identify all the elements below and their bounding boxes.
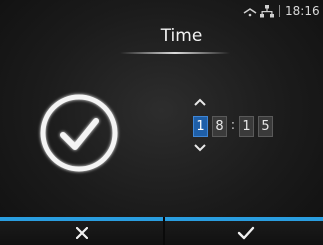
cancel-button[interactable] [0, 217, 163, 245]
page-title: Time [160, 26, 203, 46]
time-setting-screen: 18:16 Time 1 8 : 1 5 [0, 0, 323, 245]
close-icon [76, 227, 88, 239]
confirm-button[interactable] [165, 217, 323, 245]
minute-ones-digit[interactable]: 5 [258, 116, 273, 137]
minute-tens-digit[interactable]: 1 [239, 116, 254, 137]
softkey-bar [0, 217, 323, 245]
network-icon [260, 5, 274, 18]
clock-check-icon [40, 94, 118, 172]
check-icon [237, 226, 255, 240]
status-bar: 18:16 [0, 0, 323, 22]
status-divider [279, 5, 280, 17]
time-separator: : [230, 118, 236, 133]
title-underline [120, 52, 230, 54]
decrement-arrow-button[interactable] [192, 142, 208, 154]
wifi-icon [243, 8, 257, 17]
hour-tens-digit[interactable]: 1 [193, 116, 208, 137]
hour-ones-digit[interactable]: 8 [212, 116, 227, 137]
increment-arrow-button[interactable] [192, 96, 208, 108]
status-clock: 18:16 [285, 4, 320, 18]
